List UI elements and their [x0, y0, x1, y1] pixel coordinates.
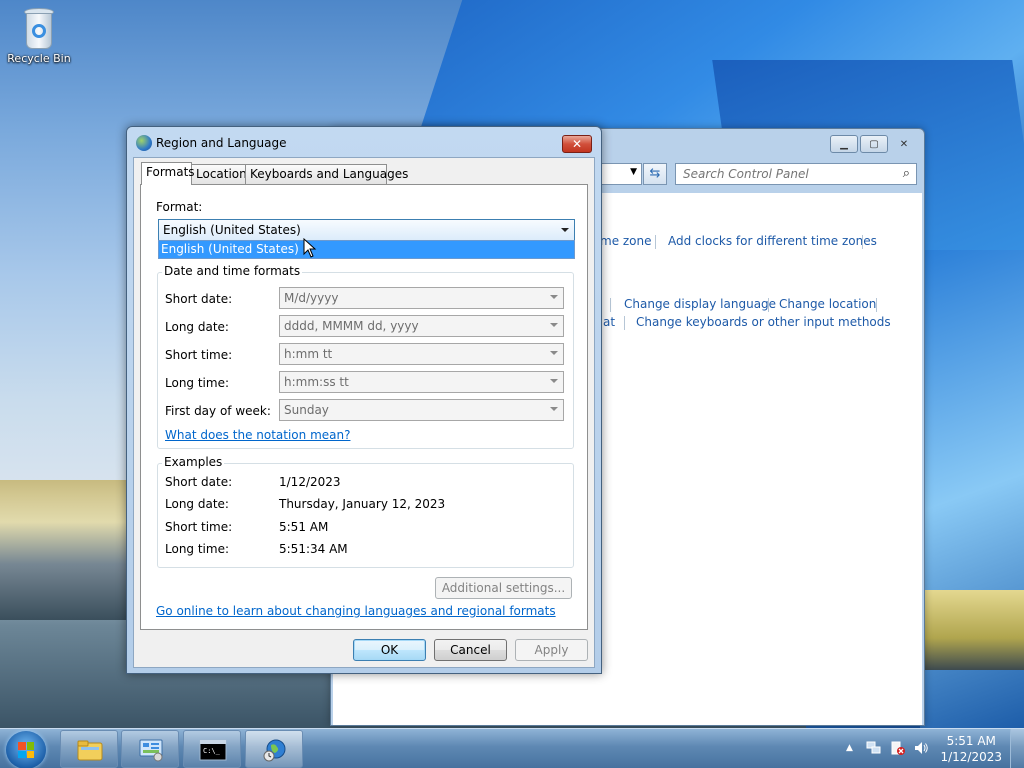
recycle-bin[interactable]: Recycle Bin	[6, 6, 72, 65]
format-select[interactable]: English (United States)	[158, 219, 575, 241]
clock[interactable]: 5:51 AM 1/12/2023	[940, 733, 1002, 765]
first-day-select[interactable]: Sunday	[279, 399, 564, 421]
globe-icon	[136, 135, 152, 151]
chevron-down-icon	[550, 379, 558, 383]
start-button[interactable]	[6, 731, 46, 768]
link-separator	[862, 235, 863, 249]
long-date-select[interactable]: dddd, MMMM dd, yyyy	[279, 315, 564, 337]
show-desktop-button[interactable]	[1010, 729, 1024, 768]
wallpaper-shape	[920, 590, 1024, 670]
first-day-value: Sunday	[284, 403, 329, 417]
link-separator	[655, 235, 656, 249]
chevron-down-icon[interactable]: ▼	[630, 167, 637, 177]
clock-time: 5:51 AM	[946, 734, 996, 748]
short-time-select[interactable]: h:mm tt	[279, 343, 564, 365]
link-separator	[610, 298, 611, 312]
globe-clock-icon	[263, 739, 286, 762]
taskbar-explorer[interactable]	[60, 730, 118, 768]
svg-text:C:\_: C:\_	[203, 747, 221, 755]
chevron-down-icon	[550, 351, 558, 355]
apply-button[interactable]: Apply	[515, 639, 588, 661]
example-short-time-value: 5:51 AM	[279, 520, 329, 534]
link-separator	[768, 298, 769, 312]
ok-button[interactable]: OK	[353, 639, 426, 661]
long-date-value: dddd, MMMM dd, yyyy	[284, 319, 419, 333]
control-panel-icon	[139, 739, 163, 762]
maximize-button[interactable]: ▢	[860, 135, 888, 153]
example-short-time-label: Short time:	[165, 520, 233, 534]
action-center-icon[interactable]	[890, 740, 906, 756]
dialog-title: Region and Language	[156, 136, 287, 150]
wallpaper-shape	[0, 480, 130, 620]
chevron-down-icon	[550, 295, 558, 299]
format-select-value: English (United States)	[163, 223, 301, 237]
chevron-down-icon	[550, 407, 558, 411]
link-separator	[876, 298, 877, 312]
short-date-value: M/d/yyyy	[284, 291, 339, 305]
group-title: Date and time formats	[162, 264, 303, 278]
recycle-bin-icon	[22, 6, 56, 50]
short-date-label: Short date:	[165, 292, 233, 306]
link-add-clocks[interactable]: Add clocks for different time zones	[668, 234, 877, 248]
link-change-display-language[interactable]: Change display language	[624, 297, 776, 311]
taskbar-control-panel[interactable]	[121, 730, 179, 768]
volume-icon[interactable]	[913, 740, 929, 756]
long-time-label: Long time:	[165, 376, 230, 390]
formats-panel: Format: English (United States) English …	[140, 184, 588, 630]
search-icon[interactable]: ⌕	[903, 166, 910, 181]
example-short-date-value: 1/12/2023	[279, 475, 341, 489]
example-long-time-value: 5:51:34 AM	[279, 542, 348, 556]
additional-settings-button[interactable]: Additional settings...	[435, 577, 572, 599]
mouse-cursor-icon	[303, 238, 317, 258]
region-language-dialog: Region and Language ✕ Formats Location K…	[126, 126, 602, 674]
refresh-icon: ⇆	[649, 166, 661, 181]
recycle-bin-label: Recycle Bin	[7, 52, 71, 65]
short-time-value: h:mm tt	[284, 347, 333, 361]
short-time-label: Short time:	[165, 348, 233, 362]
format-label: Format:	[156, 200, 203, 214]
example-long-date-value: Thursday, January 12, 2023	[279, 497, 446, 511]
chevron-down-icon	[550, 323, 558, 327]
taskbar-region-language[interactable]	[245, 730, 303, 768]
taskbar-cmd[interactable]: C:\_	[183, 730, 241, 768]
short-date-select[interactable]: M/d/yyyy	[279, 287, 564, 309]
group-title: Examples	[162, 455, 225, 469]
cancel-button[interactable]: Cancel	[434, 639, 507, 661]
chevron-down-icon	[561, 228, 569, 232]
format-dropdown-option[interactable]: English (United States)	[158, 240, 575, 259]
window-caption-buttons: ▁ ▢ ✕	[830, 135, 918, 153]
tab-formats[interactable]: Formats	[141, 162, 195, 185]
command-prompt-icon: C:\_	[199, 739, 227, 761]
tray-expand-icon[interactable]: ▲	[846, 743, 853, 753]
tab-keyboards-languages[interactable]: Keyboards and Languages	[245, 164, 408, 184]
search-input[interactable]	[676, 164, 886, 184]
close-button[interactable]: ✕	[562, 135, 592, 153]
link-change-location[interactable]: Change location	[779, 297, 876, 311]
long-date-label: Long date:	[165, 320, 229, 334]
example-long-date-label: Long date:	[165, 497, 229, 511]
search-box[interactable]: ⌕	[675, 163, 917, 185]
example-long-time-label: Long time:	[165, 542, 230, 556]
windows-logo-icon	[18, 742, 34, 758]
notation-link[interactable]: What does the notation mean?	[165, 428, 350, 442]
folder-icon	[77, 740, 103, 761]
link-change-keyboards[interactable]: Change keyboards or other input methods	[636, 315, 891, 329]
network-icon[interactable]	[866, 740, 882, 756]
close-button[interactable]: ✕	[890, 135, 918, 153]
first-day-label: First day of week:	[165, 404, 271, 418]
tab-location[interactable]: Location	[191, 164, 247, 184]
link-time-zone[interactable]: me zone	[600, 234, 652, 248]
refresh-button[interactable]: ⇆	[643, 163, 667, 185]
link-separator	[624, 316, 625, 330]
online-help-link[interactable]: Go online to learn about changing langua…	[156, 604, 556, 618]
long-time-value: h:mm:ss tt	[284, 375, 349, 389]
dialog-client: Formats Location Keyboards and Languages…	[133, 157, 595, 668]
minimize-button[interactable]: ▁	[830, 135, 858, 153]
example-short-date-label: Short date:	[165, 475, 233, 489]
long-time-select[interactable]: h:mm:ss tt	[279, 371, 564, 393]
taskbar: C:\_ ▲ 5:51 AM 1/12/2023	[0, 728, 1024, 768]
clock-date: 1/12/2023	[940, 750, 1002, 764]
link-format[interactable]: at	[603, 315, 615, 329]
